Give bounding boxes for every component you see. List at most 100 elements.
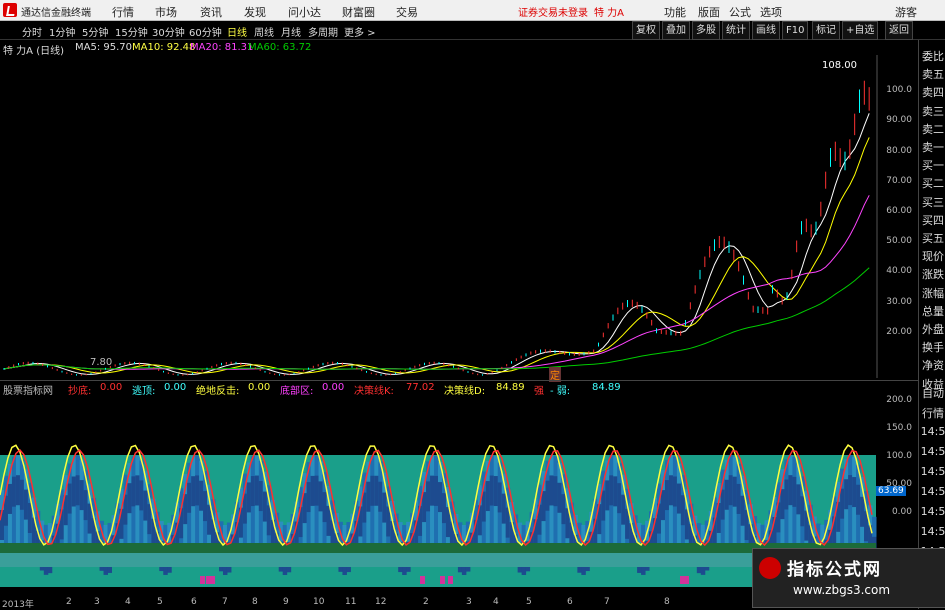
btn-function[interactable]: 功能 xyxy=(664,4,686,20)
btn-restore-rights[interactable]: 复权 xyxy=(632,21,660,40)
side-panel-item[interactable]: 卖二 xyxy=(920,121,945,137)
y-tick-label: 100.0 xyxy=(886,85,912,96)
x-tick-label: 6 xyxy=(567,597,573,607)
side-panel-item[interactable]: 14:5 xyxy=(920,445,945,458)
btn-guest[interactable]: 游客 xyxy=(895,4,917,20)
side-panel-item[interactable]: 涨幅 xyxy=(920,285,945,301)
btn-multi-stock[interactable]: 多股 xyxy=(692,21,720,40)
side-panel-item[interactable]: 总量 xyxy=(920,303,945,319)
btn-add-favorite[interactable]: +自选 xyxy=(842,21,879,40)
btn-options[interactable]: 选项 xyxy=(760,4,782,20)
ma10-label: MA10: 92.48 xyxy=(132,42,196,53)
y-tick-label: 30.00 xyxy=(886,296,912,307)
bottom-zone-mark xyxy=(420,576,425,584)
side-panel-item[interactable]: 14:5 xyxy=(920,505,945,518)
btn-stats[interactable]: 统计 xyxy=(722,21,750,40)
side-panel-item[interactable]: 卖一 xyxy=(920,139,945,155)
watermark-title: 指标公式网 xyxy=(787,560,882,580)
y-tick-label: 90.00 xyxy=(886,115,912,126)
side-panel-item[interactable]: 买三 xyxy=(920,194,945,210)
btn-mark[interactable]: 标记 xyxy=(812,21,840,40)
btn-formula[interactable]: 公式 xyxy=(729,4,751,20)
side-panel-item[interactable]: 买一 xyxy=(920,157,945,173)
period-15min[interactable]: 15分钟 xyxy=(115,24,148,39)
app-logo-icon xyxy=(3,3,17,17)
x-tick-label: 3 xyxy=(94,597,100,607)
period-30min[interactable]: 30分钟 xyxy=(152,24,185,39)
period-weekly[interactable]: 周线 xyxy=(254,24,274,39)
side-panel-item[interactable]: 现价 xyxy=(920,248,945,264)
app-title: 通达信金融终端 xyxy=(21,8,91,19)
side-panel-item[interactable]: 14:5 xyxy=(920,465,945,478)
y-tick-label: 80.00 xyxy=(886,145,912,156)
btn-f10[interactable]: F10 xyxy=(782,21,809,40)
period-60min[interactable]: 60分钟 xyxy=(189,24,222,39)
indicator-y-tick: 200.0 xyxy=(886,395,912,405)
x-tick-label: 11 xyxy=(345,597,357,607)
x-tick-label: 5 xyxy=(157,597,163,607)
x-tick-label: 6 xyxy=(191,597,197,607)
login-notice[interactable]: 证券交易未登录 xyxy=(518,4,588,19)
bottom-zone-mark xyxy=(448,576,453,584)
top-menu-bar: 通达信金融终端 行情 市场 资讯 发现 问小达 财富圈 交易 证券交易未登录 特… xyxy=(0,0,945,21)
side-panel-item[interactable]: 买五 xyxy=(920,230,945,246)
side-panel-item[interactable]: 14:5 xyxy=(920,525,945,538)
indicator-field-value: 0.00 xyxy=(164,382,187,393)
period-monthly[interactable]: 月线 xyxy=(281,24,301,39)
period-more[interactable]: 更多 > xyxy=(344,24,376,39)
menu-trade[interactable]: 交易 xyxy=(396,4,418,20)
side-panel-item[interactable]: 买二 xyxy=(920,175,945,191)
period-multi[interactable]: 多周期 xyxy=(308,24,338,39)
x-tick-label: 10 xyxy=(313,597,325,607)
indicator-header: 股票指标网 抄底: 0.00 逃顶: 0.00 绝地反击: 0.00 底部区: 0.00 决策线… xyxy=(0,380,918,397)
x-tick-label: 2 xyxy=(66,597,72,607)
period-daily[interactable]: 日线 xyxy=(227,24,247,39)
side-panel-item[interactable]: 卖五 xyxy=(920,66,945,82)
side-panel-item[interactable]: 净资 xyxy=(920,357,945,373)
bottom-zone-mark xyxy=(684,576,689,584)
indicator-field-value: 77.02 xyxy=(406,382,435,393)
x-tick-label: 8 xyxy=(252,597,258,607)
indicator-chart[interactable] xyxy=(0,395,878,597)
ma5-label: MA5: 95.70 xyxy=(75,42,133,53)
y-tick-label: 20.00 xyxy=(886,326,912,337)
side-panel-item[interactable]: 涨跌 xyxy=(920,266,945,282)
indicator-y-tick: 100.0 xyxy=(886,451,912,461)
side-panel-item[interactable]: 买四 xyxy=(920,212,945,228)
period-1min[interactable]: 1分钟 xyxy=(49,24,75,39)
side-panel-item[interactable]: 卖四 xyxy=(920,84,945,100)
menu-market[interactable]: 市场 xyxy=(155,4,177,20)
bottom-zone-mark xyxy=(210,576,215,584)
btn-layout[interactable]: 版面 xyxy=(698,4,720,20)
ma10-line xyxy=(3,137,870,374)
menu-quotes[interactable]: 行情 xyxy=(112,4,134,20)
indicator-field-value: 84.89 xyxy=(496,382,525,393)
watermark-seal-icon xyxy=(759,557,781,579)
btn-back[interactable]: 返回 xyxy=(885,21,913,40)
ma20-label: MA20: 81.31 xyxy=(190,42,254,53)
btn-draw[interactable]: 画线 xyxy=(752,21,780,40)
side-panel-item[interactable]: 自动 xyxy=(920,385,945,401)
price-high-label: 108.00 xyxy=(822,60,857,71)
side-panel-item[interactable]: 委比 xyxy=(920,48,945,64)
side-panel-item[interactable]: 行情 xyxy=(920,405,945,421)
x-tick-label: 4 xyxy=(125,597,131,607)
menu-ask[interactable]: 问小达 xyxy=(288,4,321,20)
main-kline-chart[interactable] xyxy=(0,55,918,378)
side-panel-item[interactable]: 14:5 xyxy=(920,485,945,498)
side-panel-item[interactable]: 14:5 xyxy=(920,425,945,438)
menu-wealth[interactable]: 财富圈 xyxy=(342,4,375,20)
period-5min[interactable]: 5分钟 xyxy=(82,24,108,39)
bottom-zone-mark xyxy=(440,576,445,584)
indicator-field-value: 0.00 xyxy=(322,382,345,393)
side-panel-item[interactable]: 卖三 xyxy=(920,103,945,119)
period-tick[interactable]: 分时 xyxy=(22,24,42,39)
side-panel-item[interactable]: 换手 xyxy=(920,339,945,355)
y-tick-label: 70.00 xyxy=(886,175,912,186)
btn-overlay[interactable]: 叠加 xyxy=(662,21,690,40)
x-tick-label: 12 xyxy=(375,597,387,607)
watermark: 指标公式网 www.zbgs3.com xyxy=(752,548,945,608)
side-panel-item[interactable]: 外盘 xyxy=(920,321,945,337)
menu-discover[interactable]: 发现 xyxy=(244,4,266,20)
menu-news[interactable]: 资讯 xyxy=(200,4,222,20)
